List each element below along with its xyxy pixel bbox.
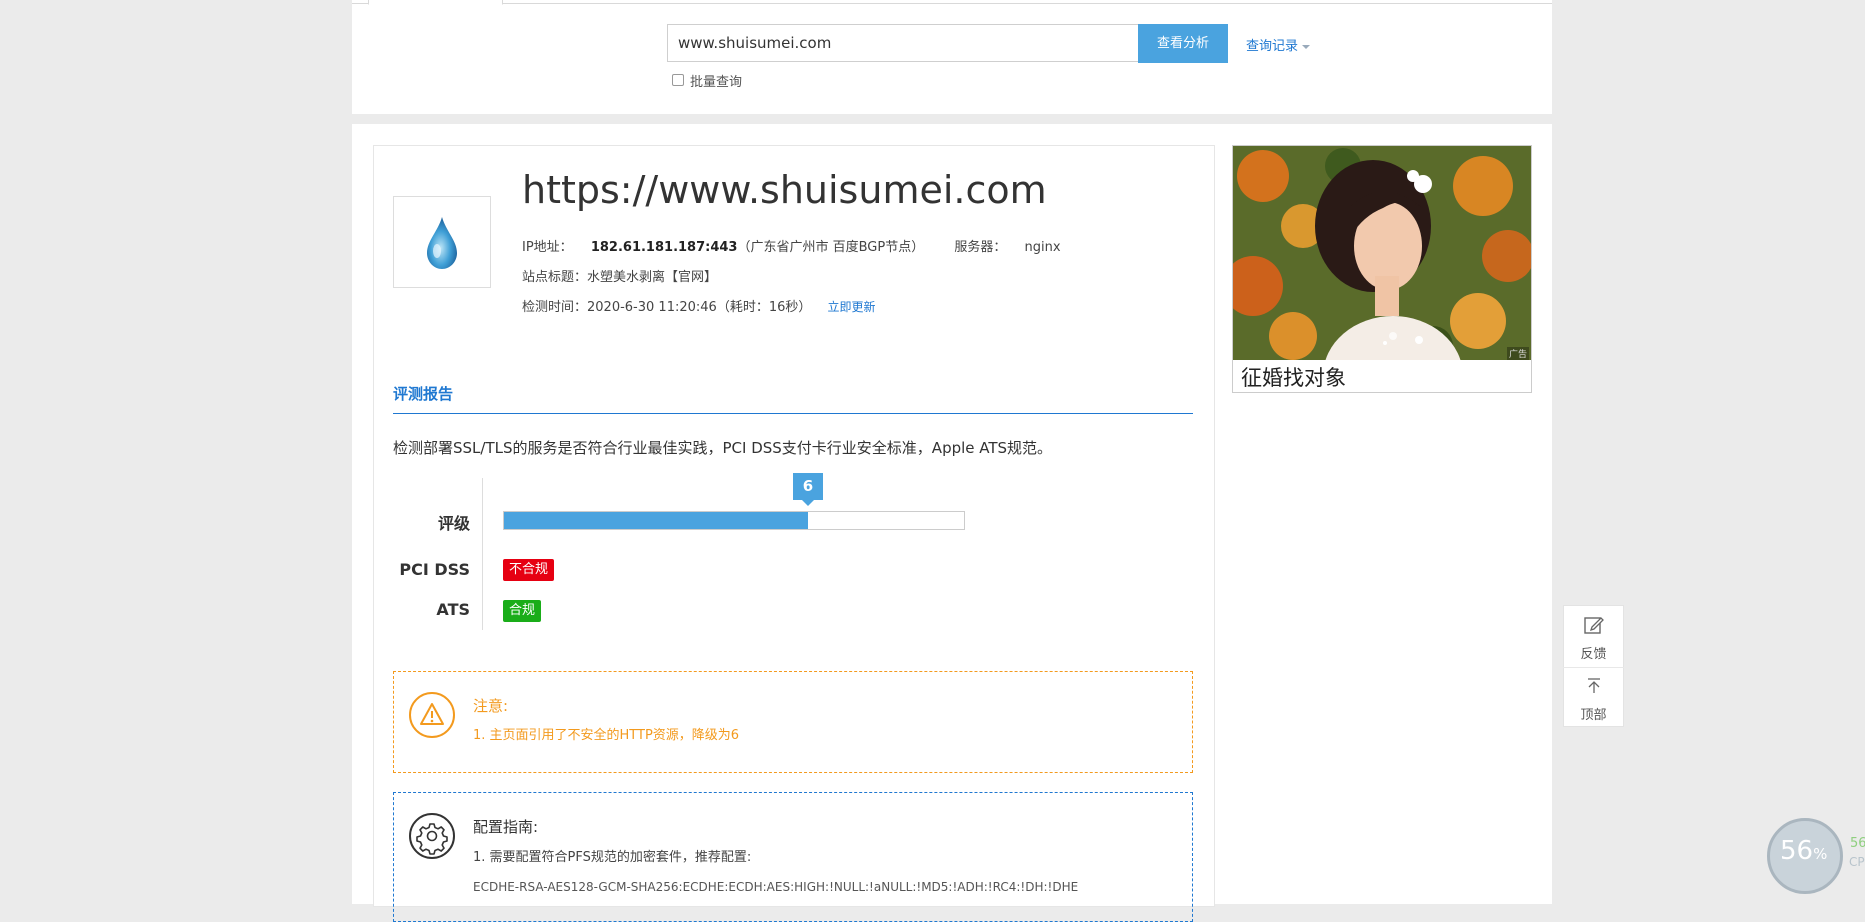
ad-image[interactable]: 广告: [1233, 146, 1531, 360]
pci-dss-label: PCI DSS: [399, 560, 470, 579]
grade-value-flag: 6: [792, 473, 823, 506]
ip-value: 182.61.181.187:443: [590, 240, 738, 255]
check-time-row: 检测时间：2020-6-30 11:20:46（耗时：16秒） 立即更新: [522, 296, 876, 315]
ip-row: IP地址： 182.61.181.187:443（广东省广州市 百度BGP节点）…: [522, 236, 1061, 255]
analyze-button[interactable]: 查看分析: [1138, 24, 1228, 63]
section-underline: [393, 413, 1193, 414]
search-input[interactable]: [667, 24, 1138, 62]
active-tab[interactable]: [368, 0, 503, 5]
config-guide-title: 配置指南:: [473, 818, 539, 836]
cpu-side-value: 56: [1850, 836, 1865, 851]
report-description: 检测部署SSL/TLS的服务是否符合行业最佳实践，PCI DSS支付卡行业安全标…: [393, 439, 1053, 457]
batch-query-checkbox[interactable]: [672, 74, 684, 86]
edit-icon[interactable]: [1583, 615, 1605, 639]
gear-icon: [409, 813, 455, 859]
site-title-row: 站点标题：水塑美水剥离【官网】: [522, 266, 717, 285]
float-divider: [1563, 667, 1624, 668]
grade-bar-fill: [504, 512, 808, 529]
server-label: 服务器：: [954, 240, 1007, 255]
check-time-label: 检测时间：: [522, 300, 588, 315]
site-title-label: 站点标题：: [522, 270, 588, 285]
query-history-dropdown[interactable]: 查询记录: [1246, 35, 1311, 54]
report-section-title: 评测报告: [393, 385, 454, 403]
warning-icon: [409, 692, 455, 738]
advertisement[interactable]: 广告 征婚找对象: [1232, 145, 1532, 393]
grade-label: 评级: [437, 514, 470, 533]
caret-down-icon: [1302, 44, 1311, 49]
ip-location: （广东省广州市 百度BGP节点）: [737, 240, 925, 255]
ad-caption[interactable]: 征婚找对象: [1241, 362, 1346, 392]
water-drop-icon: [427, 217, 457, 269]
cpu-percent: 56%: [1780, 836, 1827, 866]
site-url-heading: https://www.shuisumei.com: [522, 168, 1047, 212]
server-value: nginx: [1024, 240, 1061, 255]
batch-query-label[interactable]: 批量查询: [690, 71, 742, 90]
arrow-up-icon[interactable]: [1585, 677, 1603, 699]
site-title-value: 水塑美水剥离【官网】: [587, 270, 718, 285]
notice-box: [393, 671, 1193, 773]
site-logo: [393, 196, 491, 288]
cpu-percent-value: 56: [1780, 836, 1814, 866]
notice-item: 1. 主页面引用了不安全的HTTP资源，降级为6: [473, 728, 740, 743]
cpu-side-label: CP: [1849, 855, 1865, 869]
notice-title: 注意:: [473, 697, 509, 715]
tab-divider: [352, 3, 1552, 4]
pci-dss-status-badge: 不合规: [503, 559, 555, 581]
cipher-suite-config: ECDHE-RSA-AES128-GCM-SHA256:ECDHE:ECDH:A…: [473, 880, 1079, 894]
refresh-now-link[interactable]: 立即更新: [828, 300, 876, 314]
ats-label: ATS: [436, 600, 470, 619]
config-guide-item: 1. 需要配置符合PFS规范的加密套件，推荐配置:: [473, 850, 752, 865]
feedback-button[interactable]: 反馈: [1563, 643, 1624, 662]
cpu-percent-unit: %: [1813, 845, 1828, 863]
carousel-dot-icon[interactable]: [1415, 336, 1423, 344]
query-history-label: 查询记录: [1246, 39, 1299, 54]
back-to-top-button[interactable]: 顶部: [1563, 704, 1624, 723]
ad-tag[interactable]: 广告: [1506, 347, 1529, 360]
grade-bar: [503, 511, 965, 530]
grade-divider: [482, 478, 483, 630]
check-time-value: 2020-6-30 11:20:46（耗时：16秒）: [587, 300, 812, 315]
ip-label: IP地址：: [522, 240, 573, 255]
ats-status-badge: 合规: [503, 600, 542, 622]
